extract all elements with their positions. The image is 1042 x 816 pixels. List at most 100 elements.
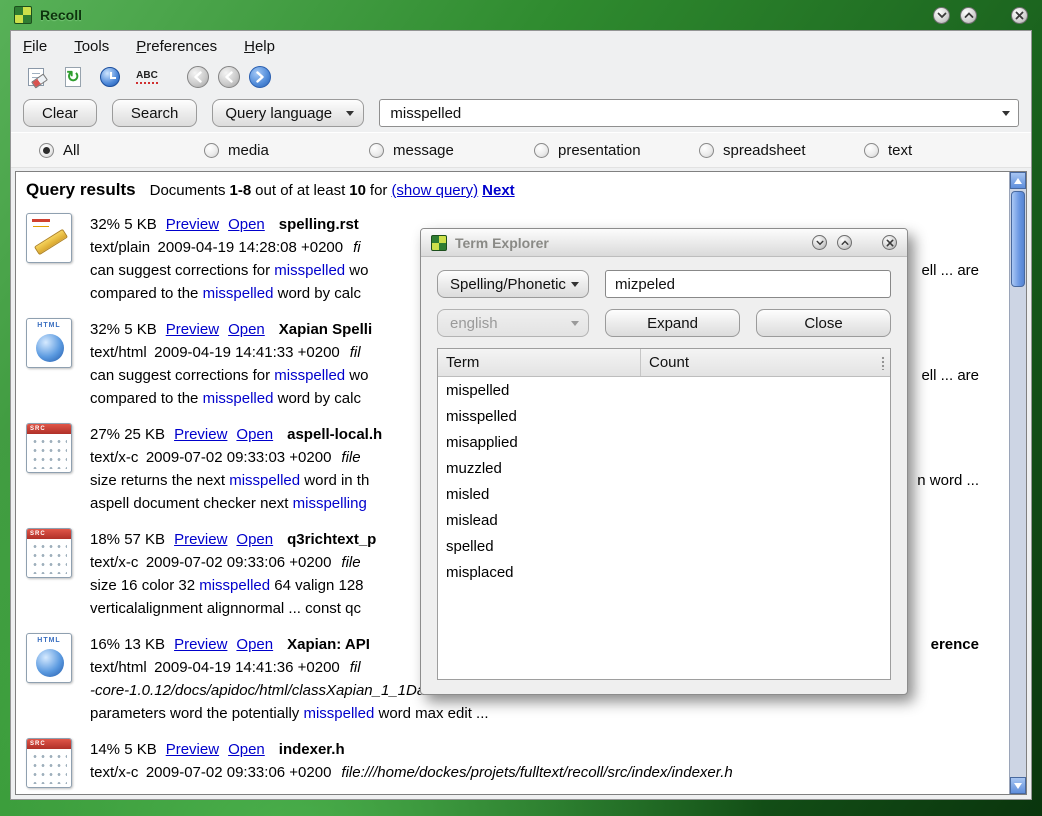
window-maximize-button[interactable]	[960, 7, 977, 24]
clear-search-icon[interactable]	[23, 64, 49, 90]
filter-all[interactable]: All	[39, 142, 204, 159]
term-explorer-body: Spelling/Phonetic english Expand Close T…	[421, 257, 907, 694]
dialog-close-button[interactable]	[882, 235, 897, 250]
open-link[interactable]: Open	[236, 636, 273, 653]
filter-row: All media message presentation spreadshe…	[11, 132, 1031, 168]
term-explorer-titlebar[interactable]: Term Explorer	[421, 229, 907, 257]
term-row[interactable]: spelled	[438, 533, 890, 559]
term-column-header[interactable]: Term	[438, 354, 640, 371]
term-explorer-dialog: Term Explorer Spelling/Phonetic english …	[420, 228, 908, 695]
result-title: indexer.h	[279, 741, 345, 758]
scroll-down-arrow-icon[interactable]	[1010, 777, 1026, 794]
clear-button[interactable]: Clear	[23, 99, 97, 127]
menu-help[interactable]: Help	[244, 38, 275, 55]
window-shade-button[interactable]	[933, 7, 950, 24]
filter-text[interactable]: text	[864, 142, 1029, 159]
scrollbar-thumb[interactable]	[1011, 191, 1025, 287]
search-input[interactable]	[379, 99, 1019, 127]
search-entry-combobox[interactable]	[379, 99, 1019, 127]
menu-tools[interactable]: Tools	[74, 38, 109, 55]
open-link[interactable]: Open	[228, 741, 265, 758]
show-query-link[interactable]: (show query)	[391, 182, 478, 199]
html-file-icon: HTML	[26, 633, 74, 725]
expand-button[interactable]: Expand	[605, 309, 740, 337]
menu-preferences[interactable]: Preferences	[136, 38, 217, 55]
result-headline: 14% 5 KBPreviewOpenindexer.h	[90, 738, 1009, 761]
open-link[interactable]: Open	[236, 531, 273, 548]
count-column-header[interactable]: Count	[640, 349, 890, 376]
next-page-link[interactable]: Next	[482, 182, 515, 199]
filter-presentation[interactable]: presentation	[534, 142, 699, 159]
term-row[interactable]: mislead	[438, 507, 890, 533]
result-relevance-size: 32% 5 KB	[90, 321, 157, 338]
preview-link[interactable]: Preview	[174, 531, 227, 548]
first-page-button[interactable]	[187, 66, 209, 88]
column-resize-handle-icon[interactable]	[881, 356, 885, 370]
term-row[interactable]: muzzled	[438, 455, 890, 481]
preview-link[interactable]: Preview	[174, 426, 227, 443]
preview-link[interactable]: Preview	[174, 636, 227, 653]
result-title: Xapian Spelli	[279, 321, 372, 338]
open-link[interactable]: Open	[236, 426, 273, 443]
result-url: fil	[350, 659, 361, 676]
snippet-fragment: n word ...	[917, 469, 979, 492]
scroll-up-arrow-icon[interactable]	[1010, 172, 1026, 189]
filter-spreadsheet[interactable]: spreadsheet	[699, 142, 864, 159]
search-dropdown-arrow-icon[interactable]	[1002, 111, 1010, 116]
results-heading: Query results	[26, 180, 136, 200]
term-input[interactable]	[605, 270, 891, 298]
result-title-fragment: erence	[931, 633, 979, 656]
menu-file[interactable]: File	[23, 38, 47, 55]
radio-media[interactable]	[204, 143, 219, 158]
open-link[interactable]: Open	[228, 321, 265, 338]
window-close-button[interactable]	[1011, 7, 1028, 24]
results-scrollbar[interactable]	[1009, 172, 1026, 794]
preview-link[interactable]: Preview	[166, 741, 219, 758]
recoll-app-icon	[14, 6, 32, 24]
term-row[interactable]: mispelled	[438, 377, 890, 403]
close-button[interactable]: Close	[756, 309, 891, 337]
result-title: Xapian: API	[287, 636, 370, 653]
term-cell: misled	[438, 486, 640, 503]
next-page-button[interactable]	[249, 66, 271, 88]
results-summary: Documents1-8out of at least10for(show qu…	[150, 182, 519, 199]
result-mime-date: text/x-c 2009-07-02 09:33:06 +0200	[90, 764, 331, 781]
radio-presentation[interactable]	[534, 143, 549, 158]
source-file-icon: SRC	[26, 528, 74, 620]
preview-link[interactable]: Preview	[166, 321, 219, 338]
language-select-disabled: english	[437, 309, 589, 337]
preview-link[interactable]: Preview	[166, 216, 219, 233]
term-row[interactable]: misspelled	[438, 403, 890, 429]
term-table: Term Count mispelled misspelledmisapplied…	[437, 348, 891, 680]
dialog-maximize-button[interactable]	[837, 235, 852, 250]
term-explorer-abc-icon[interactable]: ABC	[134, 64, 160, 90]
search-button[interactable]: Search	[112, 99, 198, 127]
dialog-shade-button[interactable]	[812, 235, 827, 250]
result-mime-date: text/x-c 2009-07-02 09:33:03 +0200	[90, 449, 331, 466]
snippet-fragment: ell ... are	[921, 364, 979, 387]
source-file-icon: SRC	[26, 423, 74, 515]
expansion-mode-select[interactable]: Spelling/Phonetic	[437, 270, 589, 298]
result-relevance-size: 16% 13 KB	[90, 636, 165, 653]
query-language-select[interactable]: Query language	[212, 99, 364, 127]
radio-all[interactable]	[39, 143, 54, 158]
radio-message[interactable]	[369, 143, 384, 158]
radio-text[interactable]	[864, 143, 879, 158]
radio-spreadsheet[interactable]	[699, 143, 714, 158]
window-titlebar[interactable]: Recoll	[0, 0, 1042, 30]
previous-page-button[interactable]	[218, 66, 240, 88]
update-index-icon[interactable]	[60, 64, 86, 90]
open-link[interactable]: Open	[228, 216, 265, 233]
filter-message[interactable]: message	[369, 142, 534, 159]
result-snippet: parameters word the potentially misspell…	[90, 702, 1009, 725]
term-row[interactable]: misled	[438, 481, 890, 507]
filter-media[interactable]: media	[204, 142, 369, 159]
window-title: Recoll	[40, 7, 82, 23]
window-frame: Recoll File Tools Preferences Help ABC	[0, 0, 1042, 816]
term-cell: mispelled	[438, 382, 640, 399]
term-row[interactable]: misapplied	[438, 429, 890, 455]
term-table-header[interactable]: Term Count	[438, 349, 890, 377]
term-row[interactable]: misplaced	[438, 559, 890, 585]
result-url: fil	[350, 344, 361, 361]
sort-history-clock-icon[interactable]	[97, 64, 123, 90]
